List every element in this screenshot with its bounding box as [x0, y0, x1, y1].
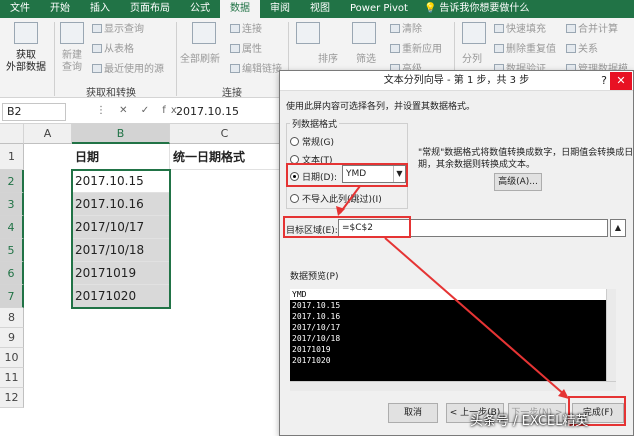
annotation-arrow-to-finish [384, 237, 567, 397]
excel-window: 文件 开始 插入 页面布局 公式 数据 审阅 视图 Power Pivot 💡 … [0, 0, 634, 436]
watermark: 头条号 / EXCEL精英 [470, 414, 589, 429]
annotation-arrows [336, 185, 569, 399]
